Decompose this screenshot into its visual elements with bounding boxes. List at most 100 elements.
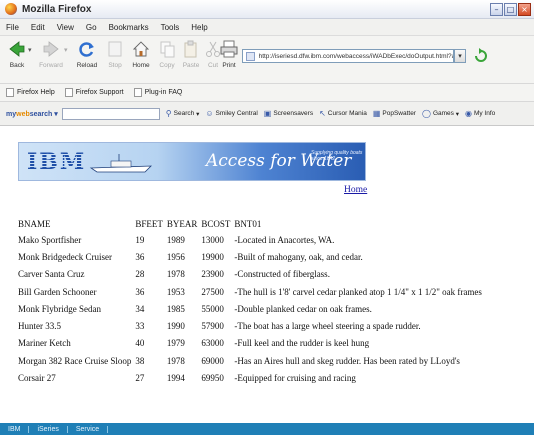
print-icon xyxy=(220,40,238,58)
smiley-icon: ☺ xyxy=(205,109,214,118)
cell-bfeet: 27 xyxy=(135,373,145,384)
cell-bname: Mako Sportfisher xyxy=(18,234,82,245)
toolbar-item-label: My Info xyxy=(473,110,496,117)
print-button[interactable]: Print xyxy=(214,39,244,69)
cell-byear: 1989 xyxy=(166,234,185,245)
cell-bname: Morgan 382 Race Cruise Sloop xyxy=(18,355,132,366)
cell-bnt01: -Equipped for cruising and racing xyxy=(234,373,356,384)
cell-byear: 1978 xyxy=(166,269,185,280)
toolbar-item-label: Cursor Mania xyxy=(327,110,367,117)
toolbar-item-label: Games xyxy=(432,110,454,117)
cell-bname: Corsair 27 xyxy=(18,373,56,384)
menu-file[interactable]: File xyxy=(6,23,19,32)
cell-bnt01: -Constructed of fiberglass. xyxy=(234,269,330,280)
bookmark-label: Firefox Help xyxy=(17,89,55,96)
page-content: IBM Access for Water Supplying quality b… xyxy=(0,126,534,423)
bookmarks-toolbar: Firefox Help Firefox Support Plug-in FAQ xyxy=(0,84,534,102)
smiley-central-button[interactable]: ☺ Smiley Central xyxy=(205,109,257,118)
reload-button[interactable]: Reload xyxy=(72,39,102,69)
cell-bfeet: 40 xyxy=(135,338,145,349)
cursor-icon: ↖ xyxy=(319,109,326,118)
close-button[interactable]: × xyxy=(518,3,531,16)
reload-icon xyxy=(79,42,94,57)
games-icon: ◯ xyxy=(421,109,431,118)
menu-go[interactable]: Go xyxy=(86,23,97,32)
toolbar-item-label: Screensavers xyxy=(273,110,314,117)
cell-bfeet: 19 xyxy=(135,234,145,245)
address-bar[interactable]: http://iseriesd.dfw.ibm.com/webaccess/iW… xyxy=(242,49,454,63)
footer-link-ibm[interactable]: IBM xyxy=(0,425,30,433)
table-row: Morgan 382 Race Cruise Sloop 38 1978 69000-… xyxy=(18,352,486,369)
cursor-mania-button[interactable]: ↖ Cursor Mania xyxy=(319,109,367,118)
home-link[interactable]: Home xyxy=(344,185,367,195)
footer-link-iseries[interactable]: iSeries xyxy=(29,425,68,433)
column-header-byear: BYEAR xyxy=(166,219,198,229)
home-icon xyxy=(132,41,150,57)
cell-bfeet: 28 xyxy=(135,269,145,280)
bookmark-plugin-faq[interactable]: Plug-in FAQ xyxy=(133,88,182,97)
brand-suffix: search xyxy=(29,110,53,118)
cell-bnt01: -Double planked cedar on oak frames. xyxy=(234,303,372,314)
bookmark-firefox-support[interactable]: Firefox Support xyxy=(64,88,124,97)
menu-bookmarks[interactable]: Bookmarks xyxy=(109,23,149,32)
games-button[interactable]: ◯ Games ▾ xyxy=(422,109,459,118)
forward-history-icon[interactable]: ▾ xyxy=(64,46,68,54)
bookmark-label: Firefox Support xyxy=(75,89,124,96)
table-row: Corsair 27 27 1994 69950 -Equipped for cruis… xyxy=(18,369,486,386)
cell-byear: 1953 xyxy=(166,286,185,297)
forward-arrow-icon xyxy=(43,41,59,57)
cell-bfeet: 33 xyxy=(135,321,145,332)
search-button[interactable]: ⚲ Search ▾ xyxy=(166,109,200,118)
footer-link-service[interactable]: Service xyxy=(68,425,109,433)
bookmark-page-icon xyxy=(64,88,73,97)
go-icon[interactable] xyxy=(472,47,490,65)
cell-bnt01: -Built of mahogany, oak, and cedar. xyxy=(234,251,363,262)
navigation-toolbar: Back ▾ Forward ▾ Reload Stop Home Copy P… xyxy=(0,36,534,84)
cell-bname: Hunter 33.5 xyxy=(18,321,61,332)
brand-web: web xyxy=(16,110,30,118)
column-header-bcost: BCOST xyxy=(201,219,231,229)
my-info-button[interactable]: ◉ My Info xyxy=(465,109,495,118)
screensavers-button[interactable]: ▣ Screensavers xyxy=(264,109,313,118)
header-banner: IBM Access for Water Supplying quality b… xyxy=(18,142,366,181)
menu-tools[interactable]: Tools xyxy=(161,23,180,32)
search-button-label: Search xyxy=(173,110,195,117)
title-bar: Mozilla Firefox – □ × xyxy=(0,0,534,19)
cell-bnt01: -Located in Anacortes, WA. xyxy=(234,234,335,245)
page-icon xyxy=(246,51,255,61)
cell-bcost: 23900 xyxy=(201,269,224,280)
cell-bname: Monk Bridgedeck Cruiser xyxy=(18,251,112,262)
search-input[interactable] xyxy=(61,107,160,120)
table-row: Mariner Ketch 40 1979 63000 -Full keel and t… xyxy=(18,335,486,352)
popswatter-button[interactable]: ▦ PopSwatter xyxy=(373,109,416,118)
cell-bfeet: 38 xyxy=(135,355,145,366)
forward-button[interactable]: Forward xyxy=(36,39,66,69)
maximize-button[interactable]: □ xyxy=(504,3,517,16)
cell-bnt01: -Full keel and the rudder is keel hung xyxy=(234,338,370,349)
cell-bname: Monk Flybridge Sedan xyxy=(18,303,101,314)
back-button[interactable]: Back xyxy=(2,39,32,69)
table-row: Carver Santa Cruz 28 1978 23900 -Constructed… xyxy=(18,266,486,283)
table-row: Monk Bridgedeck Cruiser 36 1956 19900 -Built… xyxy=(18,248,486,265)
back-history-icon[interactable]: ▾ xyxy=(28,46,32,54)
menu-edit[interactable]: Edit xyxy=(31,23,45,32)
toolbar-item-label: PopSwatter xyxy=(382,110,416,117)
search-icon: ⚲ xyxy=(165,109,172,118)
minimize-button[interactable]: – xyxy=(490,3,503,16)
cell-byear: 1994 xyxy=(166,373,185,384)
table-row: Hunter 33.5 33 1990 57900 -The boat has a la… xyxy=(18,317,486,334)
address-dropdown-button[interactable]: ▾ xyxy=(454,49,466,63)
cell-bnt01: -The hull is 1'8' carvel cedar planked a… xyxy=(234,286,482,297)
bookmark-firefox-help[interactable]: Firefox Help xyxy=(6,88,55,97)
cell-bfeet: 36 xyxy=(135,251,145,262)
cell-bcost: 13000 xyxy=(201,234,224,245)
mywebsearch-logo[interactable]: mywebsearch ▾ xyxy=(6,110,58,118)
menu-help[interactable]: Help xyxy=(191,23,207,32)
table-row: Mako Sportfisher 19 1989 13000 -Located in A… xyxy=(18,231,486,248)
menu-view[interactable]: View xyxy=(57,23,74,32)
cell-bcost: 69950 xyxy=(201,373,224,384)
back-label: Back xyxy=(9,62,25,69)
window-title: Mozilla Firefox xyxy=(22,3,92,15)
cell-bcost: 55000 xyxy=(201,303,224,314)
stop-icon xyxy=(108,41,122,57)
